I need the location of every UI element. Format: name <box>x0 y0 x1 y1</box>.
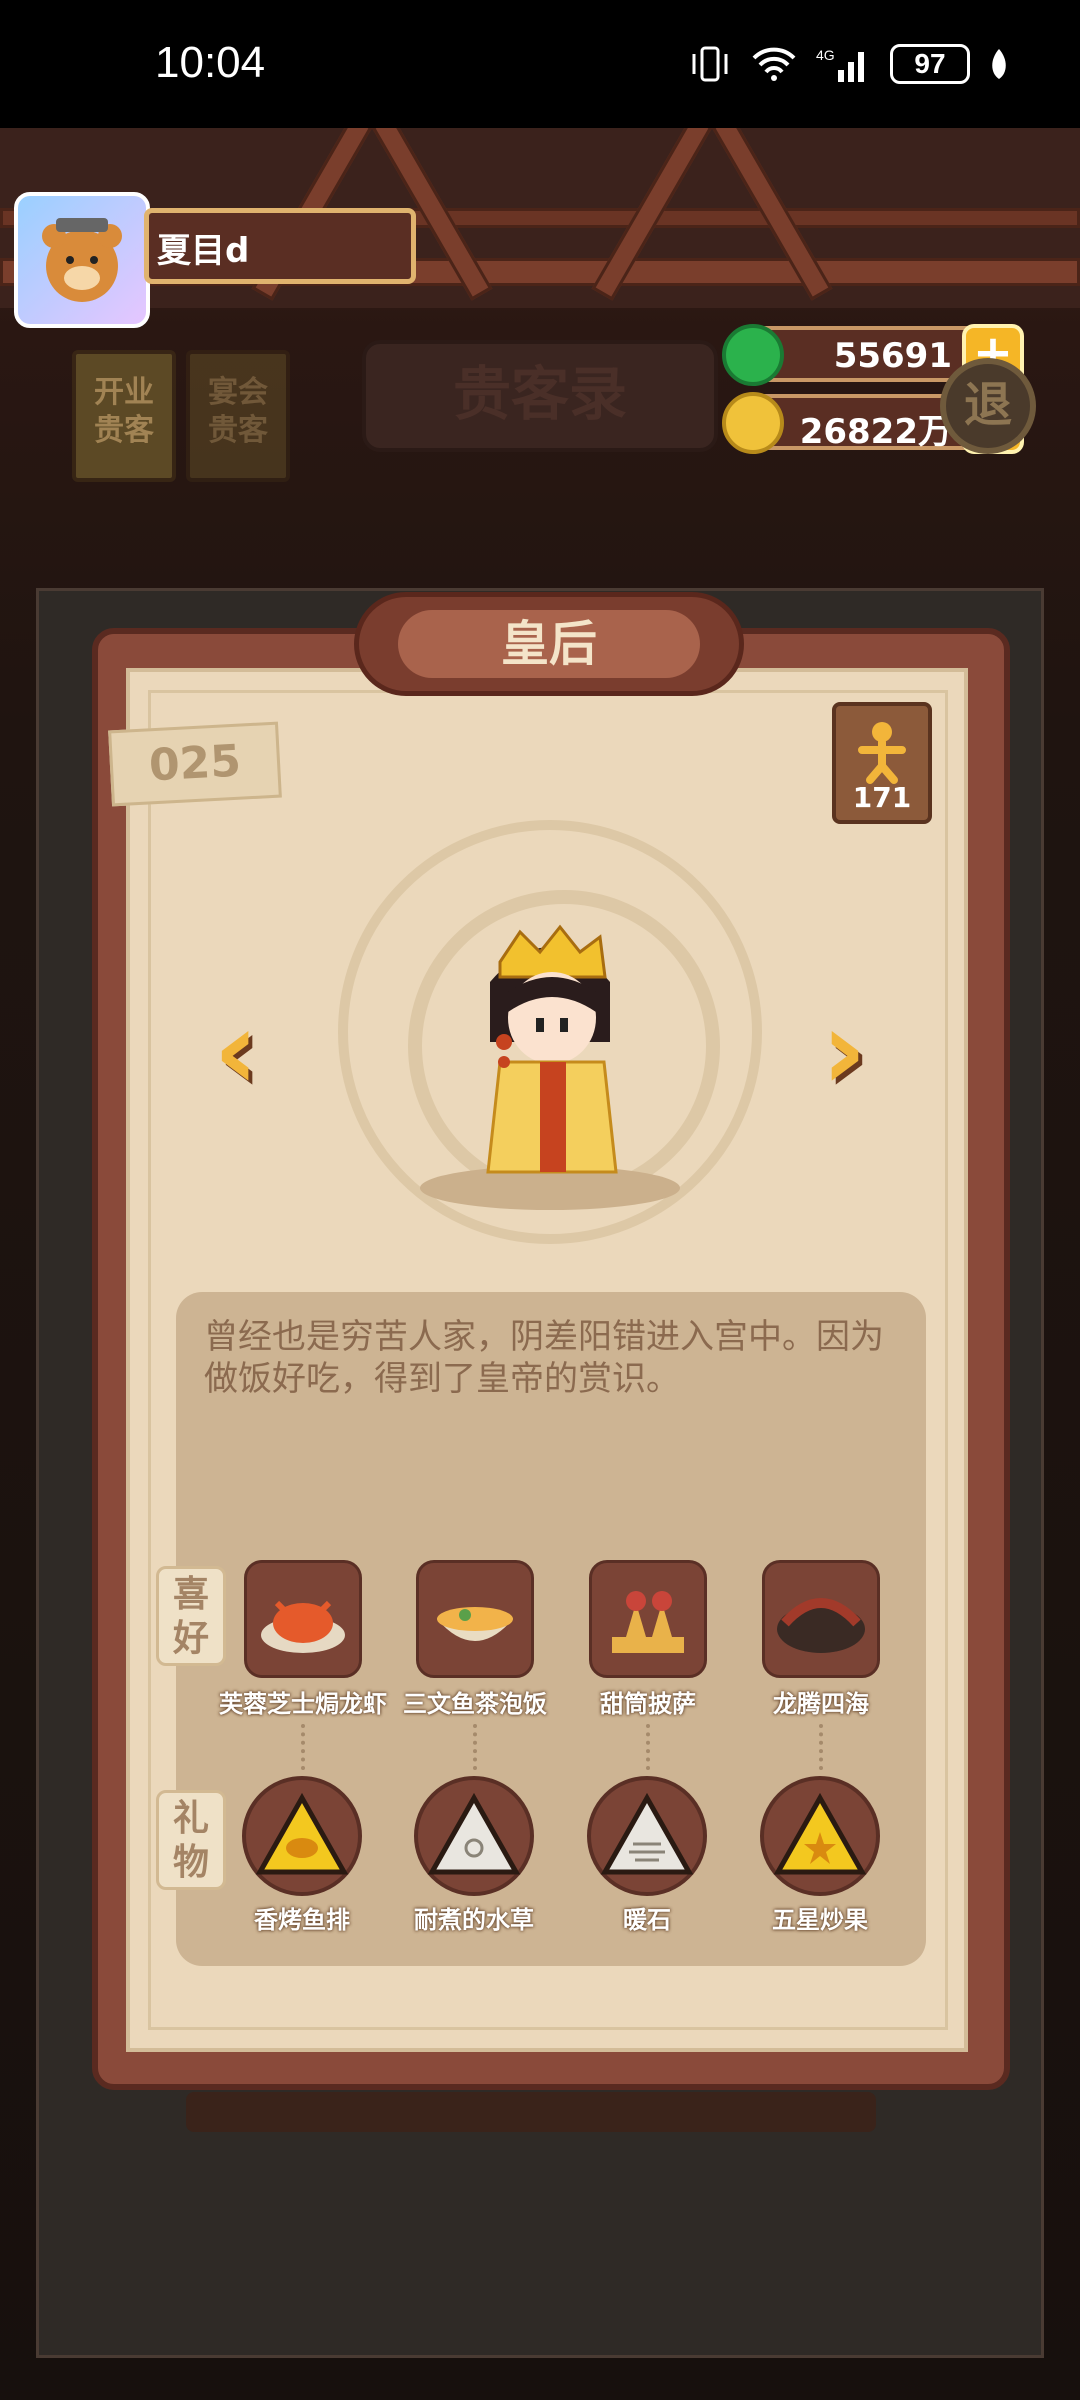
dragon-dish-icon <box>777 1598 865 1653</box>
dish-dragon-seas[interactable] <box>762 1560 880 1678</box>
gift-water-weed[interactable] <box>414 1776 534 1896</box>
visit-count-tag: 171 <box>832 702 932 824</box>
person-icon <box>858 722 906 784</box>
panel-title: 贵客录 <box>362 340 718 452</box>
player-avatar[interactable] <box>14 192 150 328</box>
jade-amount: 55691 <box>833 336 952 376</box>
status-icons: 4G 97 <box>688 44 1010 84</box>
cellular-signal-icon: 4G <box>816 47 864 82</box>
dish-salmon-rice[interactable] <box>416 1560 534 1678</box>
lobster-dish-icon <box>261 1600 345 1653</box>
clock: 10:04 <box>155 38 266 87</box>
guest-number: 025 <box>108 721 282 807</box>
previous-guest-button[interactable]: ‹ <box>196 995 276 1110</box>
coin-amount: 26822万 <box>799 412 952 452</box>
connector-dots <box>301 1724 305 1770</box>
bottom-bar <box>186 2092 876 2132</box>
coin-icon <box>722 392 784 454</box>
next-guest-button[interactable]: › <box>804 995 884 1110</box>
tab-banquet-guests[interactable]: 宴会 贵客 <box>186 350 290 482</box>
gift-name: 耐煮的水草 <box>414 1906 534 1934</box>
gifts-label: 礼 物 <box>156 1790 226 1890</box>
connector-dots <box>646 1724 650 1770</box>
bear-avatar-icon <box>42 218 122 302</box>
favorites-label: 喜 好 <box>156 1566 226 1666</box>
guest-description: 曾经也是穷苦人家，阴差阳错进入宫中。因为做饭好吃，得到了皇帝的赏识。 <box>204 1317 884 1399</box>
dish-name: 三文鱼茶泡饭 <box>403 1690 547 1718</box>
warm-stone-gift-icon <box>600 1792 694 1875</box>
tab-open-guests[interactable]: 开业 贵客 <box>72 350 176 482</box>
jade-icon <box>722 324 784 386</box>
connector-dots <box>473 1724 477 1770</box>
fish-gift-icon <box>255 1792 349 1875</box>
cone-pizza-icon <box>612 1591 684 1653</box>
dish-cone-pizza[interactable] <box>589 1560 707 1678</box>
battery-indicator: 97 <box>890 44 970 84</box>
player-name: 夏目d <box>144 208 416 284</box>
svg-text:4G: 4G <box>816 47 835 63</box>
dish-name: 龙腾四海 <box>773 1690 869 1718</box>
gift-warm-stone[interactable] <box>587 1776 707 1896</box>
exit-button[interactable]: 退 <box>940 358 1036 454</box>
rice-bowl-icon <box>437 1607 513 1641</box>
vibrate-icon <box>692 46 728 82</box>
wifi-icon <box>752 47 796 81</box>
dish-name: 芙蓉芝士焗龙虾 <box>219 1690 387 1718</box>
visit-count: 171 <box>852 781 912 814</box>
gift-roast-fish[interactable] <box>242 1776 362 1896</box>
gift-name: 五星炒果 <box>772 1906 868 1934</box>
water-weed-gift-icon <box>427 1792 521 1875</box>
dish-name: 甜筒披萨 <box>600 1690 696 1718</box>
connector-dots <box>819 1724 823 1770</box>
guest-name: 皇后 <box>398 610 700 678</box>
star-fruit-gift-icon <box>773 1792 867 1875</box>
gift-name: 香烤鱼排 <box>254 1906 350 1934</box>
status-bar: 10:04 4G 97 <box>0 0 1080 128</box>
leaf-icon <box>992 49 1006 79</box>
dish-lobster[interactable] <box>244 1560 362 1678</box>
gift-five-star-fruit[interactable] <box>760 1776 880 1896</box>
empress-character-icon <box>486 924 618 1174</box>
gift-name: 暖石 <box>623 1906 671 1934</box>
